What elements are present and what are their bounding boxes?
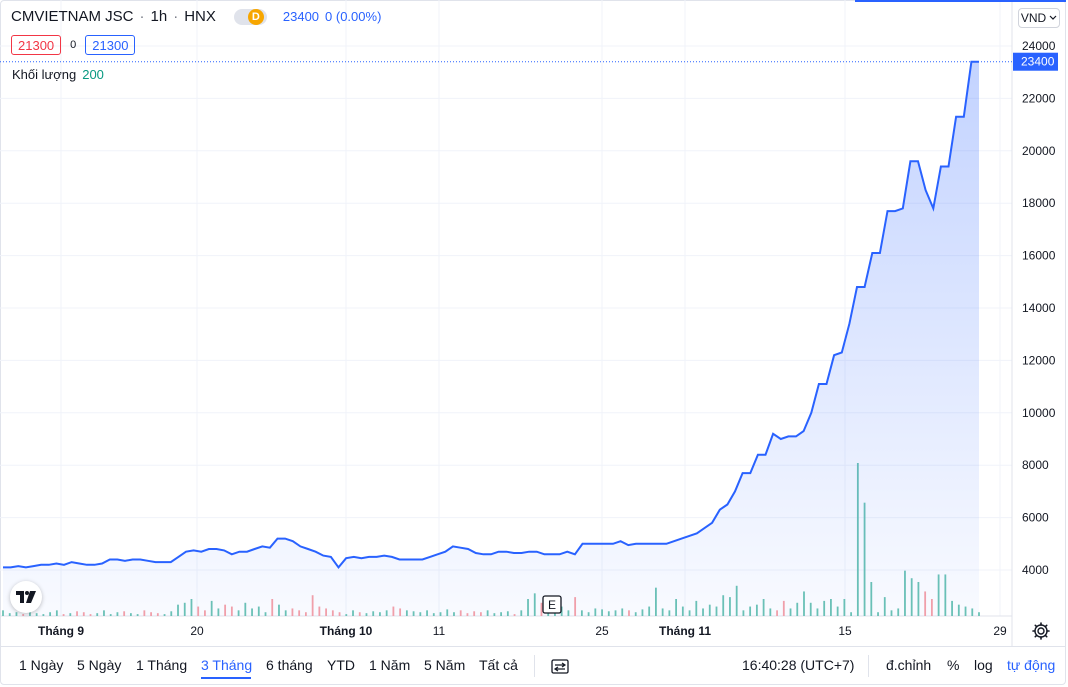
currency-label: VND <box>1020 11 1047 25</box>
active-range-underline <box>201 677 251 679</box>
price-axis-label: 8000 <box>1022 458 1049 472</box>
event-marker[interactable]: E <box>542 595 562 614</box>
range-1-day[interactable]: 1 Ngày <box>19 657 63 673</box>
price-axis-label: 22000 <box>1022 91 1056 105</box>
range-ytd[interactable]: YTD <box>327 657 355 673</box>
settings-gear-icon[interactable] <box>1031 621 1051 641</box>
price-axis-label: 16000 <box>1022 249 1056 263</box>
auto-scale-toggle[interactable]: tự động <box>1007 657 1055 673</box>
volume-value: 200 <box>82 67 104 82</box>
range-1-month[interactable]: 1 Tháng <box>136 657 187 673</box>
chevron-down-icon <box>1049 15 1057 20</box>
price-area <box>3 61 979 616</box>
exchange-label: HNX <box>184 8 216 25</box>
date-range-icon[interactable] <box>550 656 570 676</box>
range-5-days[interactable]: 5 Ngày <box>77 657 121 673</box>
legend-separator: · <box>173 8 179 25</box>
price-change: 0 (0.00%) <box>325 9 382 24</box>
price-axis-label: 18000 <box>1022 196 1056 210</box>
adjust-toggle[interactable]: đ.chỉnh <box>886 657 931 673</box>
time-axis-label: 15 <box>838 624 852 638</box>
buy-price-button[interactable]: 21300 <box>85 35 136 55</box>
price-axis: 4000 6000 8000 10000 12000 14000 16000 18000 200… <box>1013 39 1058 577</box>
last-price: 23400 <box>282 9 320 24</box>
range-1-year[interactable]: 1 Năm <box>369 657 410 673</box>
range-3-months[interactable]: 3 Tháng <box>201 657 252 673</box>
toolbar-divider <box>868 655 869 677</box>
price-axis-label: 12000 <box>1022 353 1056 367</box>
spread-value: 0 <box>70 39 77 51</box>
percent-toggle[interactable]: % <box>947 657 959 673</box>
range-6-months[interactable]: 6 tháng <box>266 657 313 673</box>
price-axis-label: 6000 <box>1022 511 1049 525</box>
session-status-badge[interactable]: D <box>233 8 267 25</box>
time-axis-label: 25 <box>595 624 609 638</box>
currency-selector[interactable]: VND <box>1018 8 1060 28</box>
event-marker-label: E <box>548 598 556 612</box>
volume-label: Khối lượng <box>12 67 77 82</box>
sell-price-button[interactable]: 21300 <box>11 35 62 55</box>
legend-separator: · <box>139 8 145 25</box>
price-axis-label: 24000 <box>1022 39 1056 53</box>
price-axis-label: 14000 <box>1022 301 1056 315</box>
volume-legend: Khối lượng 200 <box>12 67 104 82</box>
last-price-tag-label: 23400 <box>1021 55 1055 69</box>
time-axis-label: Tháng 11 <box>659 624 711 638</box>
symbol-legend: CMVIETNAM JSC · 1h · HNX D 23400 0 (0.00… <box>11 8 381 25</box>
session-badge-icon: D <box>247 8 264 25</box>
time-axis-label: Tháng 10 <box>320 624 373 638</box>
time-axis-label: 11 <box>433 624 446 638</box>
range-all[interactable]: Tất cả <box>479 657 518 673</box>
price-axis-label: 20000 <box>1022 144 1056 158</box>
tradingview-logo-icon[interactable] <box>10 581 42 613</box>
price-chart[interactable]: 4000600080001000012000140001600018000200… <box>0 0 1068 646</box>
time-axis: Tháng 9 20 Tháng 10 11 25 Tháng 11 15 29 <box>38 624 1007 638</box>
symbol-name[interactable]: CMVIETNAM JSC <box>11 8 134 25</box>
price-axis-label: 10000 <box>1022 406 1056 420</box>
time-axis-label: 29 <box>993 624 1007 638</box>
tv-logo-mark <box>16 591 36 603</box>
interval-label[interactable]: 1h <box>151 8 168 25</box>
time-axis-label: 20 <box>190 624 204 638</box>
clock-time[interactable]: 16:40:28 (UTC+7) <box>742 657 854 673</box>
range-5-years[interactable]: 5 Năm <box>424 657 465 673</box>
price-axis-label: 4000 <box>1022 563 1049 577</box>
log-toggle[interactable]: log <box>974 657 993 673</box>
bottom-toolbar: 1 Ngày 5 Ngày 1 Tháng 3 Tháng 6 tháng YT… <box>0 646 1066 686</box>
toolbar-divider <box>534 655 535 677</box>
time-axis-label: Tháng 9 <box>38 624 84 638</box>
trade-price-boxes: 21300 0 21300 <box>11 35 136 55</box>
